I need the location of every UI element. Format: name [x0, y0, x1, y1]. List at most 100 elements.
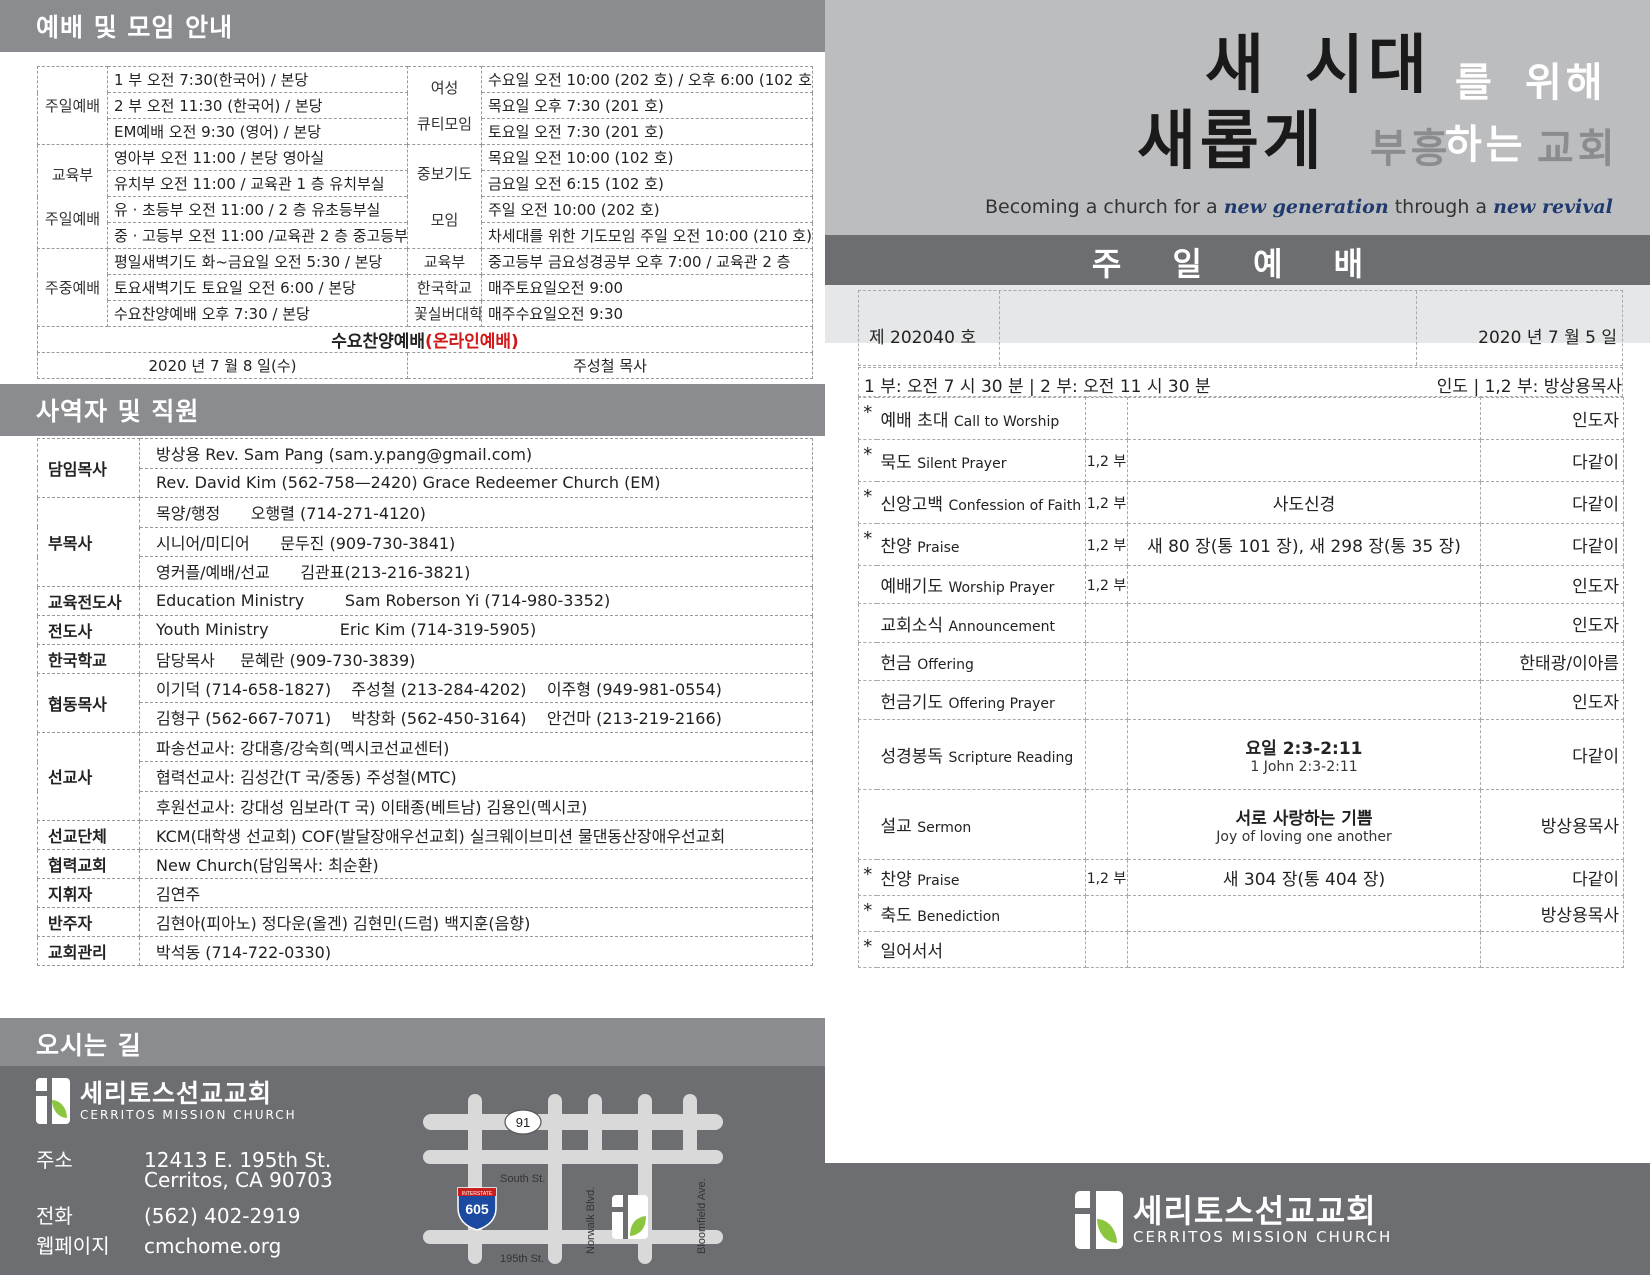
- staff-role: 한국학교: [37, 643, 140, 674]
- stand-marker: *: [858, 931, 877, 968]
- order-item-ko: 헌금기도: [880, 692, 944, 713]
- order-content-main: 새 80 장(통 101 장), 새 298 장(통 35 장): [1147, 537, 1461, 557]
- order-content: [1127, 931, 1481, 968]
- left-panel: 예배 및 모임 안내 주일예배 1 부 오전 7:30(한국어) / 본당 여성 큐…: [0, 0, 825, 1275]
- order-item-en: Silent Prayer: [917, 456, 1007, 472]
- order-part: [1085, 895, 1128, 932]
- map-road-norwalk: [548, 1094, 562, 1264]
- staff-row: 선교사 파송선교사: 강대흥/강숙희(멕시코선교센터): [37, 731, 813, 821]
- hero-subtitle: Becoming a church for a new generation t…: [985, 196, 1613, 218]
- order-row: 성경봉독 Scripture Reading 요일 2:3-2:11 1 John …: [858, 719, 1624, 790]
- service-leader: 인도 | 1,2 부: 방상용목사: [1436, 377, 1622, 397]
- staff-detail: Rev. David Kim (562-758—2420) Grace Rede…: [139, 467, 813, 498]
- meeting-entry: 목요일 오후 7:30 (201 호): [481, 92, 813, 119]
- church-logo-large: 세리토스선교교회 CERRITOS MISSION CHURCH: [1075, 1191, 1392, 1249]
- order-item: 성경봉독 Scripture Reading: [876, 719, 1086, 790]
- staff-role: 교육전도사: [37, 585, 140, 616]
- order-item-ko: 찬양: [880, 537, 912, 557]
- church-logo: 세리토스선교교회 CERRITOS MISSION CHURCH: [36, 1078, 297, 1124]
- order-item-ko: 묵도: [880, 453, 912, 473]
- staff-detail: Education Ministry Sam Roberson Yi (714-…: [139, 585, 813, 616]
- staff-row: 협력교회 New Church(담임목사: 최순환): [37, 849, 813, 879]
- order-content: 새 304 장(통 404 장): [1127, 859, 1481, 896]
- cross-leaf-icon: [1075, 1191, 1123, 1249]
- order-row: * 찬양 Praise 1,2 부 새 80 장(통 101 장), 새 298 장(…: [858, 523, 1624, 566]
- staff-row: 협동목사 이기덕 (714-658-1827) 주성철 (213-284-4202…: [37, 672, 813, 733]
- order-part: 1,2 부: [1085, 859, 1128, 896]
- staff-detail: KCM(대학생 선교회) COF(발달장애우선교회) 실크웨이브미션 물댄동산장…: [139, 820, 813, 850]
- svg-text:605: 605: [465, 1201, 489, 1217]
- staff-detail: 이기덕 (714-658-1827) 주성철 (213-284-4202) 이주…: [139, 672, 813, 703]
- order-content: [1127, 895, 1481, 932]
- 195th-st-label: 195th St.: [500, 1253, 544, 1265]
- order-item-en: Offering Prayer: [948, 695, 1055, 712]
- norwalk-label: Norwalk Blvd.: [585, 1187, 597, 1254]
- directions-heading: 오시는 길: [0, 1018, 825, 1066]
- intercession-label: 중보기도 모임: [407, 144, 482, 249]
- order-part: 1,2 부: [1085, 523, 1128, 566]
- order-item: 헌금 Offering: [876, 642, 1086, 681]
- order-row: * 찬양 Praise 1,2 부새 304 장(통 404 장) 다같이: [858, 859, 1624, 896]
- staff-role: 교회관리: [37, 936, 140, 966]
- order-content-main: 사도신경: [1272, 495, 1336, 515]
- staff-row: 지휘자 김연주: [37, 878, 813, 908]
- schedule-entry: EM예배 오전 9:30 (영어) / 본당: [107, 118, 408, 145]
- order-content: [1127, 439, 1481, 482]
- other-meeting-value: 매주수요일오전 9:30: [481, 300, 813, 327]
- order-content-en: 1 John 2:3-2:11: [1250, 759, 1358, 775]
- address-row-2: Cerritos, CA 90703: [36, 1168, 333, 1192]
- order-item-en: Worship Prayer: [948, 580, 1055, 596]
- order-row: 교회소식 Announcement 인도자: [858, 603, 1624, 643]
- order-row: * 묵도 Silent Prayer 1,2 부 다같이: [858, 439, 1624, 482]
- order-item-en: Praise: [917, 540, 960, 556]
- schedule-entry: 2 부 오전 11:30 (한국어) / 본당: [107, 92, 408, 119]
- order-content: [1127, 397, 1481, 440]
- order-item-ko: 예배기도: [880, 577, 944, 597]
- highlight-service: 수요찬양예배(온라인예배): [37, 326, 813, 353]
- cross-leaf-icon: [36, 1078, 70, 1124]
- order-item-en: Call to Worship: [953, 414, 1060, 430]
- other-meeting-label: 교육부: [407, 248, 482, 275]
- order-content-main: 요일 2:3-2:11: [1245, 739, 1363, 759]
- stand-marker: *: [858, 859, 877, 896]
- other-meeting-value: 중고등부 금요성경공부 오후 7:00 / 교육관 2 층: [481, 248, 813, 275]
- staff-detail: 목양/행정 오행렬 (714-271-4120): [139, 497, 813, 528]
- order-item: 교회소식 Announcement: [876, 603, 1086, 643]
- stand-marker: *: [858, 523, 877, 566]
- stand-marker: [858, 680, 877, 720]
- staff-role: 협력교회: [37, 849, 140, 879]
- phone-label: 전화: [36, 1204, 73, 1228]
- schedule-row: 토요새벽기도 토요일 오전 6:00 / 본당 한국학교 매주토요일오전 9:00: [38, 274, 813, 301]
- phone-row: 전화 (562) 402-2919: [36, 1200, 300, 1229]
- order-leader: 다같이: [1480, 481, 1624, 524]
- order-leader: 한태광/이아름: [1480, 642, 1624, 681]
- order-item: 신앙고백 Confession of Faith: [876, 481, 1086, 524]
- order-of-worship-table: * 예배 초대 Call to Worship 인도자 * 묵도 Silent Pray…: [858, 397, 1624, 968]
- bloomfield-label: Bloomfield Ave.: [696, 1178, 708, 1254]
- staff-table: 담임목사 방상용 Rev. Sam Pang (sam.y.pang@gmail.…: [37, 438, 813, 966]
- hero-word-8: 교회: [1537, 126, 1619, 172]
- church-name-en: CERRITOS MISSION CHURCH: [80, 1108, 297, 1122]
- other-meeting-value: 매주토요일오전 9:00: [481, 274, 813, 301]
- route-91-label: 91: [516, 1115, 530, 1130]
- staff-detail: Youth Ministry Eric Kim (714-319-5905): [139, 614, 813, 645]
- staff-detail: New Church(담임목사: 최순환): [139, 849, 813, 879]
- web-link[interactable]: cmchome.org: [144, 1234, 281, 1258]
- staff-row: Rev. David Kim (562-758—2420) Grace Rede…: [38, 467, 813, 498]
- order-item-ko: 찬양: [880, 870, 912, 890]
- service-schedule-table: 주일예배 1 부 오전 7:30(한국어) / 본당 여성 큐티모임 수요일 오전 1…: [37, 66, 813, 379]
- order-item-ko: 성경봉독: [880, 747, 944, 767]
- schedule-row: 수요찬양예배 오후 7:30 / 본당 꽃실버대학 매주수요일오전 9:30: [38, 300, 813, 327]
- staff-detail: 시니어/미디어 문두진 (909-730-3841): [139, 526, 813, 557]
- staff-detail: 담당목사 문혜란 (909-730-3839): [139, 643, 813, 674]
- issue-number: 제 202040 호: [869, 328, 976, 348]
- order-part: [1085, 603, 1128, 643]
- meeting-entry: 금요일 오전 6:15 (102 호): [481, 170, 813, 197]
- map-road-605: [468, 1094, 482, 1264]
- other-meeting-label: 꽃실버대학: [407, 300, 482, 327]
- order-item-en: Sermon: [917, 820, 972, 836]
- order-item: 찬양 Praise: [876, 859, 1086, 896]
- order-part: [1085, 642, 1128, 681]
- order-part: [1085, 931, 1128, 968]
- staff-detail: 김현아(피아노) 정다운(올겐) 김현민(드럼) 백지훈(음향): [139, 907, 813, 937]
